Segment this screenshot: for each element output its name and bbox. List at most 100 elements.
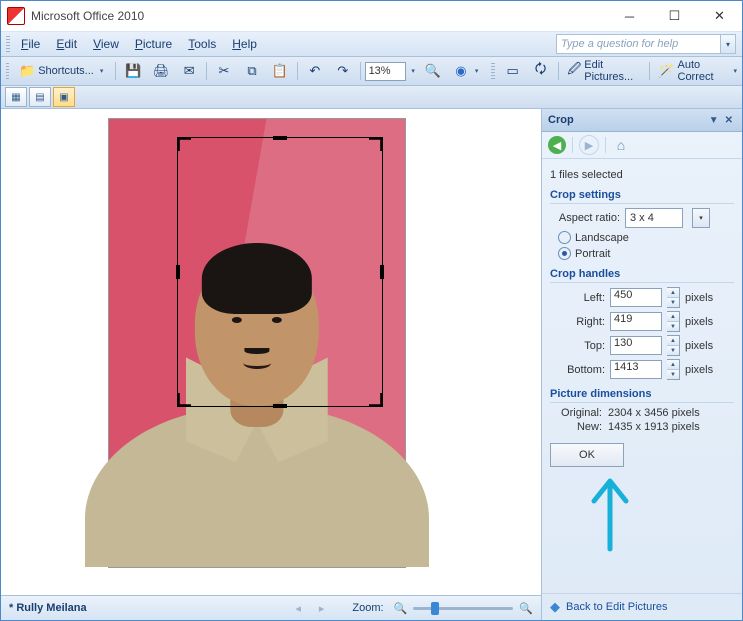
toolbar-overflow[interactable]: ▾ [730,67,740,75]
print-button[interactable]: 🖨 [148,60,174,82]
menu-edit[interactable]: Edit [48,34,85,54]
minimize-button[interactable]: ─ [607,1,652,31]
crop-handle-tl[interactable] [177,137,191,151]
select-tool-button[interactable]: ▭ [500,60,526,82]
crop-settings-heading: Crop settings [550,189,734,204]
portrait-radio[interactable]: Portrait [558,247,734,260]
mail-icon: ✉ [181,63,197,79]
menu-file[interactable]: File [13,34,48,54]
crop-handle-right[interactable] [380,265,384,279]
crop-handle-top[interactable] [273,136,287,140]
task-pane-dropdown[interactable]: ▼ [706,115,722,126]
window-title: Microsoft Office 2010 [31,9,607,23]
picture-canvas[interactable] [1,109,541,595]
save-button[interactable]: 💾 [120,60,146,82]
help-search-input[interactable]: Type a question for help [556,34,721,54]
nav-back-button[interactable]: ◀ [548,136,566,154]
select-icon: ▭ [505,63,521,79]
auto-correct-icon: 🪄 [659,63,675,79]
maximize-button[interactable]: ☐ [652,1,697,31]
mail-button[interactable]: ✉ [176,60,202,82]
help-search-dropdown[interactable]: ▾ [721,34,736,54]
crop-handle-bl[interactable] [177,393,191,407]
task-pane: Crop ▼ ✕ ◀ ▶ ⌂ 1 files selected Crop set… [541,109,742,620]
crop-bottom-spinner[interactable]: ▲▼ [667,359,680,380]
zoom-tool-button[interactable]: 🔍 [420,60,446,82]
annotation-arrow-icon [580,473,742,556]
menubar: File Edit View Picture Tools Help Type a… [1,32,742,57]
radio-icon [558,247,571,260]
crop-bottom-label: Bottom: [550,364,605,376]
nav-home-button[interactable]: ⌂ [612,136,630,154]
app-logo-icon [7,7,25,25]
toolbar-grip-icon[interactable] [6,63,9,79]
back-to-edit-link[interactable]: ◆ Back to Edit Pictures [542,593,742,620]
new-dim-label: New: [550,421,602,433]
menu-view[interactable]: View [85,34,127,54]
filmstrip-view-button[interactable]: ▤ [29,87,51,107]
crop-handle-bottom[interactable] [273,404,287,408]
aspect-ratio-dropdown-button[interactable]: ▾ [692,208,710,228]
menu-help[interactable]: Help [224,34,265,54]
cut-button[interactable]: ✂ [211,60,237,82]
help-toolbar-button[interactable]: ◉▾ [448,60,487,82]
task-pane-close-button[interactable]: ✕ [722,115,736,126]
crop-left-spinner[interactable]: ▲▼ [667,287,680,308]
copy-button[interactable]: ⧉ [239,60,265,82]
close-button[interactable]: ✕ [697,1,742,31]
menu-tools[interactable]: Tools [180,34,224,54]
zoom-in-button[interactable]: 🔍 [519,602,533,615]
crop-top-spinner[interactable]: ▲▼ [667,335,680,356]
save-icon: 💾 [125,63,141,79]
folder-icon: 📁 [19,63,35,79]
single-view-button[interactable]: ▣ [53,87,75,107]
next-image-button[interactable]: ▸ [315,602,329,615]
zoom-input[interactable]: 13% [365,62,407,81]
edit-pictures-button[interactable]: 🖉Edit Pictures... [562,57,644,86]
radio-icon [558,231,571,244]
landscape-radio[interactable]: Landscape [558,231,734,244]
task-pane-nav: ◀ ▶ ⌂ [542,132,742,159]
prev-image-button[interactable]: ◂ [291,602,305,615]
auto-correct-button[interactable]: 🪄Auto Correct [654,57,729,86]
crop-handle-left[interactable] [176,265,180,279]
crop-right-input[interactable]: 419 [610,312,662,331]
picture-dimensions-heading: Picture dimensions [550,388,734,403]
menu-picture[interactable]: Picture [127,34,180,54]
crop-right-spinner[interactable]: ▲▼ [667,311,680,332]
crop-left-input[interactable]: 450 [610,288,662,307]
nav-forward-button[interactable]: ▶ [579,135,599,155]
zoom-slider[interactable] [413,607,513,610]
crop-bottom-input[interactable]: 1413 [610,360,662,379]
rotate-tool-button[interactable]: 🗘 [528,60,554,82]
crop-left-label: Left: [550,292,605,304]
toolbar-grip-icon[interactable] [491,63,494,79]
zoom-out-button[interactable]: 🔍 [394,602,408,615]
titlebar: Microsoft Office 2010 ─ ☐ ✕ [1,1,742,32]
undo-button[interactable]: ↶ [302,60,328,82]
zoom-label: Zoom: [352,602,383,614]
crop-selection[interactable] [177,137,383,407]
crop-handle-tr[interactable] [369,137,383,151]
ok-button[interactable]: OK [550,443,624,467]
crop-top-input[interactable]: 130 [610,336,662,355]
cut-icon: ✂ [216,63,232,79]
app-window: Microsoft Office 2010 ─ ☐ ✕ File Edit Vi… [0,0,743,621]
zoom-dropdown[interactable]: ▾ [408,67,418,75]
zoom-slider-thumb[interactable] [431,602,439,615]
main-toolbar: 📁Shortcuts...▾ 💾 🖨 ✉ ✂ ⧉ 📋 ↶ ↷ 13% ▾ 🔍 ◉… [1,57,742,86]
paste-icon: 📋 [272,63,288,79]
status-bar: * Rully Meilana ◂ ▸ Zoom: 🔍 🔍 [1,595,541,620]
toolbar-grip-icon[interactable] [6,36,10,52]
task-pane-header: Crop ▼ ✕ [542,109,742,132]
undo-icon: ↶ [307,63,323,79]
edit-icon: 🖉 [567,63,581,79]
crop-handle-br[interactable] [369,393,383,407]
shortcuts-button[interactable]: 📁Shortcuts...▾ [14,60,111,82]
paste-button[interactable]: 📋 [267,60,293,82]
original-dim-value: 2304 x 3456 pixels [608,407,700,419]
rotate-icon: 🗘 [533,63,549,79]
aspect-ratio-select[interactable]: 3 x 4 [625,208,683,228]
thumbnail-view-button[interactable]: ▦ [5,87,27,107]
redo-button[interactable]: ↷ [330,60,356,82]
